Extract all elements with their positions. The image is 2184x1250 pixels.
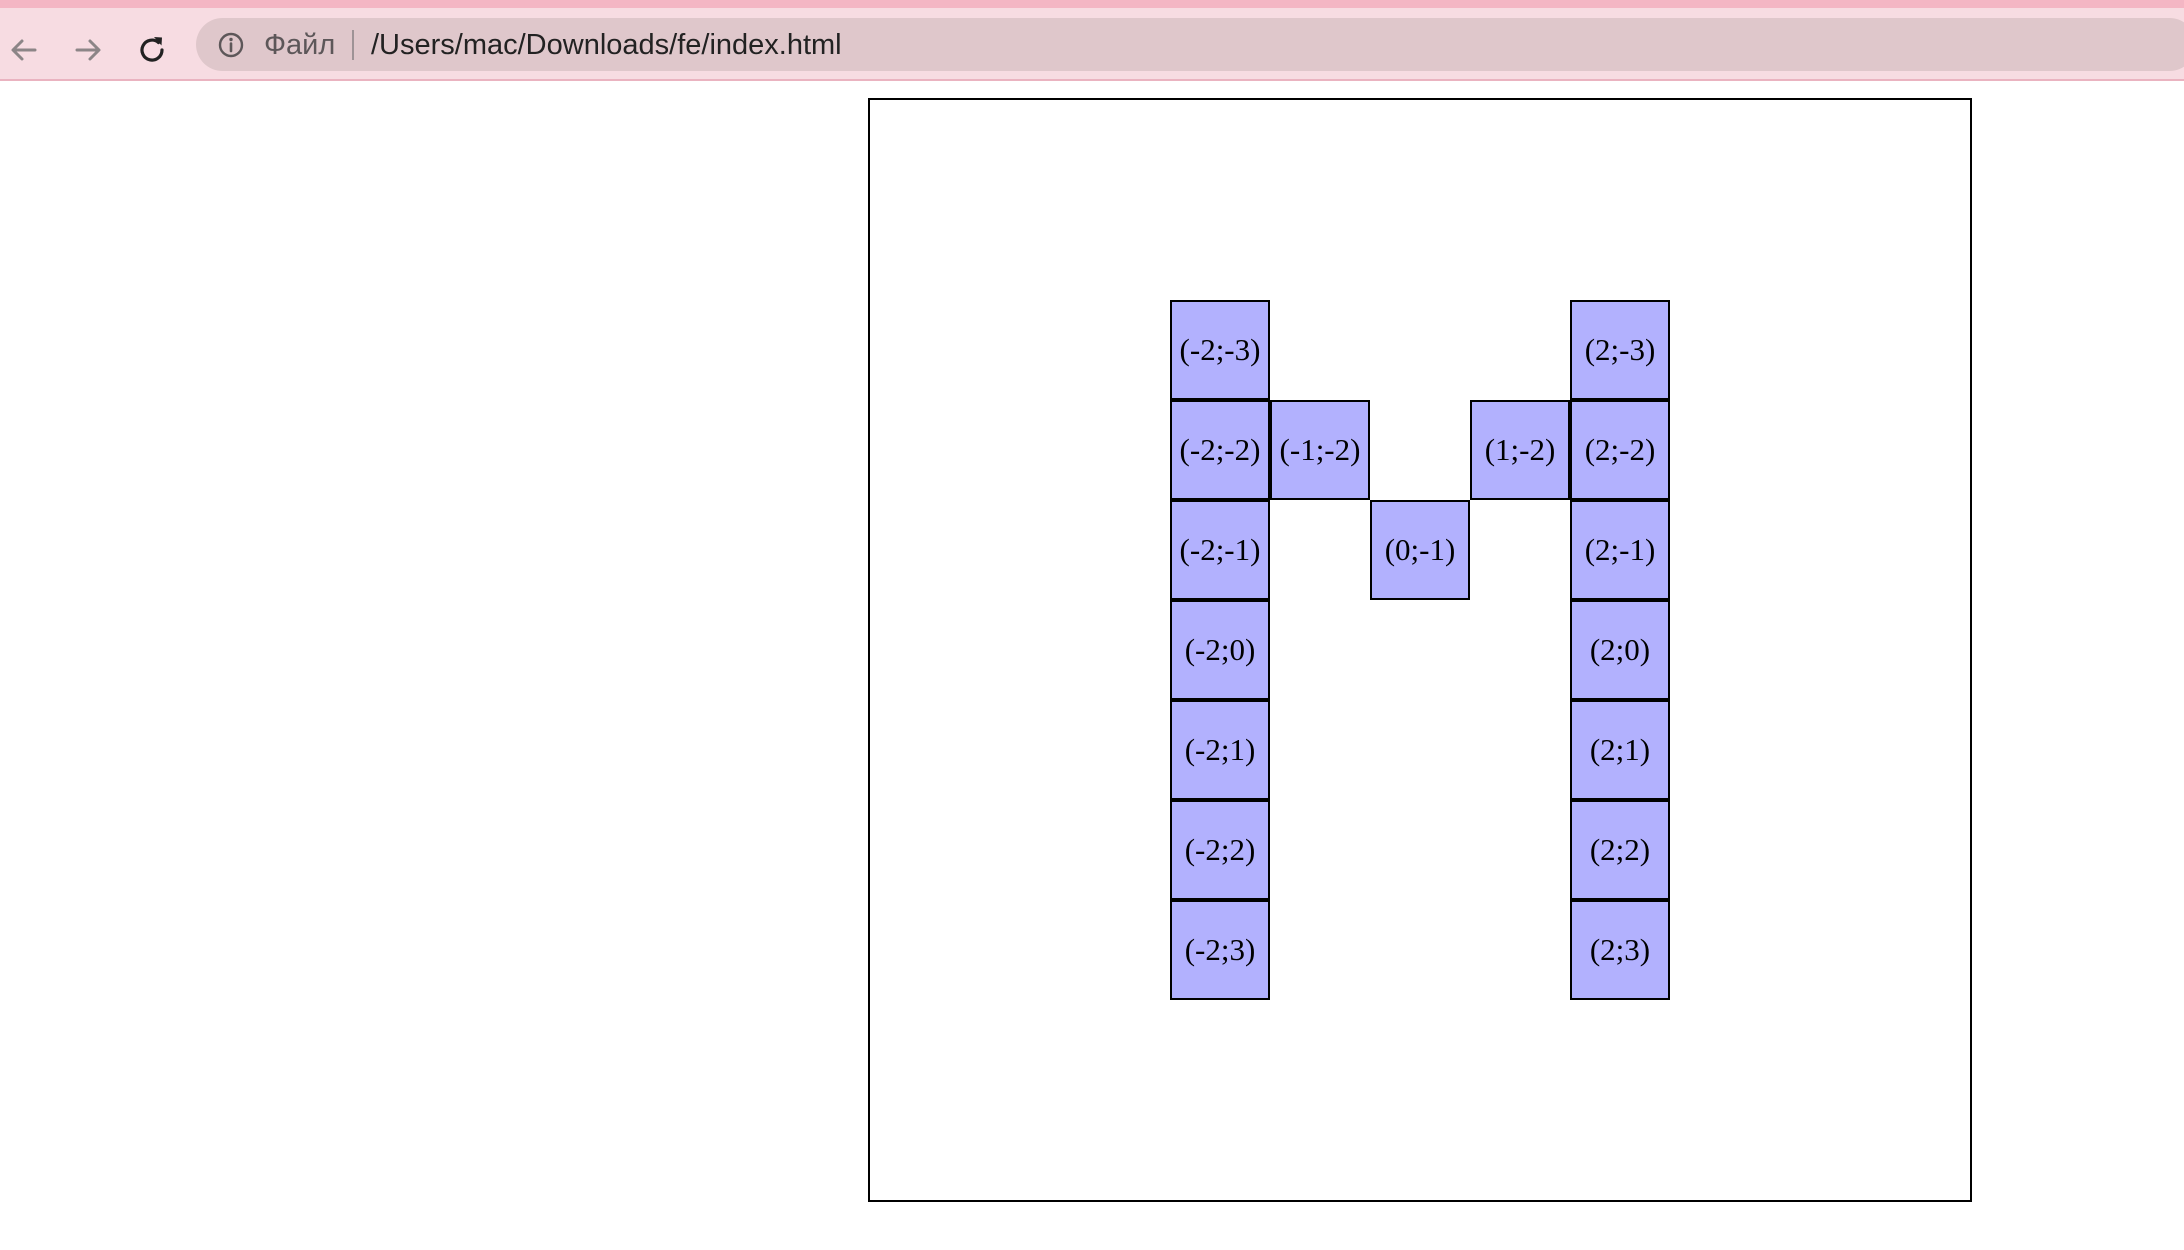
grid-cell: (2;-3) xyxy=(1570,300,1670,400)
grid-cell: (-2;-3) xyxy=(1170,300,1270,400)
grid-cell: (2;0) xyxy=(1570,600,1670,700)
forward-button[interactable] xyxy=(66,28,110,72)
url-text[interactable]: /Users/mac/Downloads/fe/index.html xyxy=(371,29,842,61)
grid-cell: (1;-2) xyxy=(1470,400,1570,500)
grid-cell: (-2;1) xyxy=(1170,700,1270,800)
grid-cell: (2;-1) xyxy=(1570,500,1670,600)
reload-icon xyxy=(140,37,164,62)
omnibox-divider xyxy=(352,30,354,60)
grid-board: (-2;-3) (2;-3) (-2;-2) (-1;-2) (1;-2) (2;-2)(… xyxy=(868,98,1972,1202)
grid-cell: (-2;-1) xyxy=(1170,500,1270,600)
back-button[interactable] xyxy=(2,28,46,72)
grid-cell: (-2;2) xyxy=(1170,800,1270,900)
scheme-label: Файл xyxy=(264,29,336,61)
grid-cell: (2;-2) xyxy=(1570,400,1670,500)
grid-cell: (0;-1) xyxy=(1370,500,1470,600)
info-icon[interactable] xyxy=(218,32,244,58)
browser-tab-strip xyxy=(0,0,2184,8)
arrow-right-icon xyxy=(75,39,101,61)
grid-cell: (2;1) xyxy=(1570,700,1670,800)
address-bar[interactable]: Файл /Users/mac/Downloads/fe/index.html xyxy=(196,18,2184,71)
grid-cell: (-1;-2) xyxy=(1270,400,1370,500)
browser-toolbar: Файл /Users/mac/Downloads/fe/index.html xyxy=(0,8,2184,81)
grid-cell: (-2;0) xyxy=(1170,600,1270,700)
grid-cell: (-2;-2) xyxy=(1170,400,1270,500)
page-content: (-2;-3) (2;-3) (-2;-2) (-1;-2) (1;-2) (2;-2)(… xyxy=(0,81,2184,1250)
grid-cell: (2;3) xyxy=(1570,900,1670,1000)
grid-cell: (-2;3) xyxy=(1170,900,1270,1000)
reload-button[interactable] xyxy=(130,28,174,72)
grid-cell: (2;2) xyxy=(1570,800,1670,900)
arrow-left-icon xyxy=(11,39,37,61)
